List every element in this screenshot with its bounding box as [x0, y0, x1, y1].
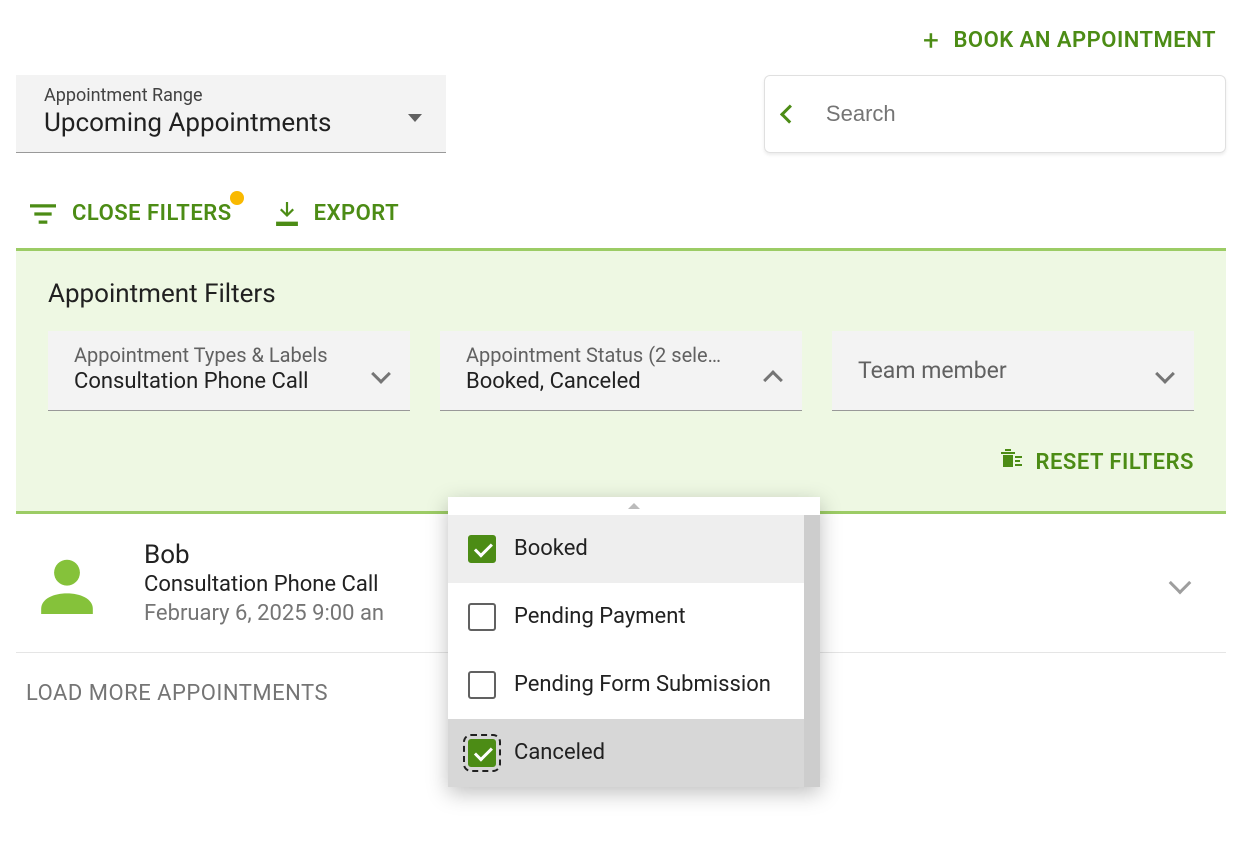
close-filters-button[interactable]: CLOSE FILTERS	[30, 201, 232, 226]
avatar-icon	[36, 552, 98, 614]
team-member-placeholder: Team member	[858, 357, 1142, 384]
checkbox[interactable]	[468, 739, 496, 767]
status-option[interactable]: Pending Form Submission	[448, 651, 820, 719]
reset-filters-label: RESET FILTERS	[1036, 450, 1194, 475]
appointment-range-value: Upcoming Appointments	[44, 108, 398, 138]
export-label: EXPORT	[314, 201, 399, 226]
status-option-label: Canceled	[514, 739, 605, 767]
caret-down-icon	[408, 114, 422, 122]
appointment-range-label: Appointment Range	[44, 85, 398, 106]
filter-active-badge	[230, 191, 244, 205]
download-icon	[276, 202, 298, 226]
reset-filters-button[interactable]: RESET FILTERS	[998, 447, 1194, 477]
status-dropdown-popover: Booked Pending Payment Pending Form Submis…	[448, 497, 820, 787]
toolbar: CLOSE FILTERS EXPORT	[16, 153, 1226, 248]
status-options-list: Booked Pending Payment Pending Form Submis…	[448, 515, 820, 787]
chevron-left-icon[interactable]	[780, 104, 799, 123]
checkbox[interactable]	[468, 671, 496, 699]
book-appointment-label: BOOK AN APPOINTMENT	[953, 28, 1216, 53]
chevron-down-icon[interactable]	[1169, 572, 1192, 595]
appointment-types-label: Appointment Types & Labels	[74, 343, 358, 367]
status-option[interactable]: Pending Payment	[448, 583, 820, 651]
chevron-down-icon	[371, 364, 391, 384]
checkbox[interactable]	[468, 603, 496, 631]
trash-reset-icon	[998, 447, 1022, 477]
scroll-up-hint-icon	[628, 503, 640, 509]
status-option-label: Booked	[514, 535, 588, 563]
filter-row: Appointment Types & Labels Consultation …	[48, 331, 1194, 411]
reset-row: RESET FILTERS	[48, 411, 1194, 477]
book-appointment-button[interactable]: + BOOK AN APPOINTMENT	[923, 28, 1216, 53]
appointment-status-label: Appointment Status (2 sele…	[466, 343, 750, 367]
appointment-types-dropdown[interactable]: Appointment Types & Labels Consultation …	[48, 331, 410, 411]
top-bar: + BOOK AN APPOINTMENT	[16, 18, 1226, 75]
chevron-up-icon	[763, 370, 783, 390]
status-option[interactable]: Canceled	[448, 719, 820, 787]
appointment-range-dropdown[interactable]: Appointment Range Upcoming Appointments	[16, 75, 446, 153]
search-input[interactable]	[824, 100, 1207, 128]
status-option-label: Pending Form Submission	[514, 671, 771, 699]
search-box[interactable]	[764, 75, 1226, 153]
scrollbar[interactable]	[804, 515, 820, 787]
team-member-dropdown[interactable]: Team member	[832, 331, 1194, 411]
status-option[interactable]: Booked	[448, 515, 820, 583]
close-filters-label: CLOSE FILTERS	[72, 201, 232, 226]
checkbox[interactable]	[468, 535, 496, 563]
filter-panel: Appointment Filters Appointment Types & …	[16, 251, 1226, 514]
export-button[interactable]: EXPORT	[276, 201, 399, 226]
appointment-status-dropdown[interactable]: Appointment Status (2 sele… Booked, Canc…	[440, 331, 802, 411]
status-option-label: Pending Payment	[514, 603, 686, 631]
filter-icon	[30, 204, 56, 224]
filter-panel-title: Appointment Filters	[48, 279, 1194, 309]
appointment-types-value: Consultation Phone Call	[74, 369, 358, 394]
header-row: Appointment Range Upcoming Appointments	[16, 75, 1226, 153]
appointment-status-value: Booked, Canceled	[466, 369, 750, 394]
chevron-down-icon	[1155, 364, 1175, 384]
